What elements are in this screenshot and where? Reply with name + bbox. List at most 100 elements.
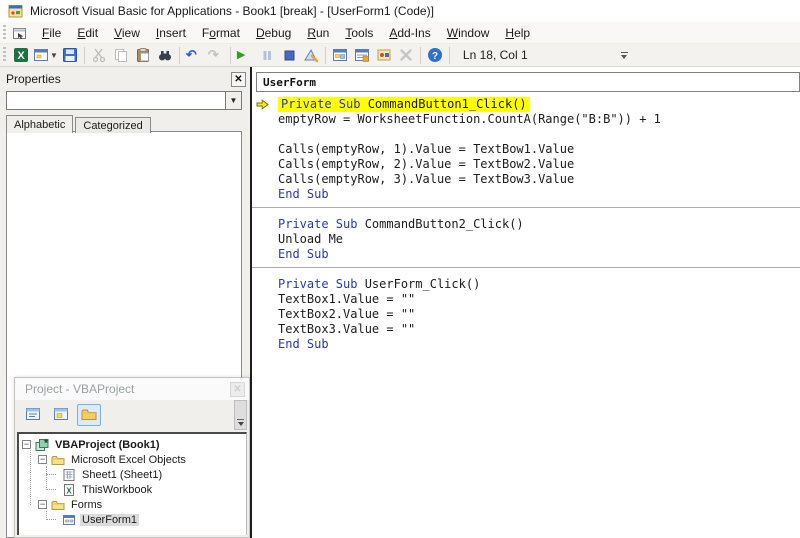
insert-userform-icon <box>33 47 49 63</box>
tree-item-label: UserForm1 <box>80 514 139 526</box>
menu-insert[interactable]: Insert <box>148 24 194 42</box>
toolbar-options-button[interactable] <box>621 52 628 59</box>
cut-button[interactable] <box>88 45 110 66</box>
toggle-folders-button[interactable] <box>77 404 101 426</box>
margin-indicator-bar <box>252 157 274 172</box>
menu-help[interactable]: Help <box>497 24 538 42</box>
code-window: UserForm Private Sub CommandButton1_Clic… <box>250 67 800 538</box>
menu-file[interactable]: File <box>34 24 69 42</box>
undo-button[interactable]: ↶ <box>183 45 205 66</box>
project-scrollbar[interactable] <box>234 400 247 430</box>
code-editor[interactable]: Private Sub CommandButton1_Click()emptyR… <box>252 93 800 538</box>
save-icon <box>62 47 78 63</box>
menu-run[interactable]: Run <box>299 24 337 42</box>
margin-indicator-bar <box>252 307 274 322</box>
code-row: Private Sub CommandButton1_Click() <box>252 97 800 112</box>
cut-icon <box>91 47 107 63</box>
code-line[interactable]: Calls(emptyRow, 2).Value = TextBow2.Valu… <box>274 157 574 172</box>
code-line[interactable]: emptyRow = WorksheetFunction.CountA(Rang… <box>274 112 661 127</box>
dropdown-caret-icon[interactable]: ▼ <box>50 51 58 60</box>
toolbox-button[interactable] <box>395 45 417 66</box>
run-sub-button[interactable]: ▶ <box>234 45 256 66</box>
userform-icon <box>62 513 76 527</box>
insert-userform-button[interactable]: ▼ <box>32 45 59 66</box>
properties-panel-title: Properties <box>6 72 61 86</box>
tab-alphabetic[interactable]: Alphabetic <box>6 115 73 133</box>
project-panel-title: Project - VBAProject <box>25 382 134 396</box>
view-microsoft-excel-button[interactable]: X <box>10 45 32 66</box>
object-dropdown[interactable]: UserForm <box>256 72 800 92</box>
margin-indicator-bar <box>252 112 274 127</box>
menu-debug[interactable]: Debug <box>248 24 299 42</box>
menu-bar: FileEditViewInsertFormatDebugRunToolsAdd… <box>0 22 800 44</box>
code-line[interactable]: End Sub <box>274 187 329 202</box>
code-line[interactable]: TextBox3.Value = "" <box>274 322 415 337</box>
code-row: Private Sub UserForm_Click() <box>252 277 800 292</box>
code-row: Calls(emptyRow, 2).Value = TextBow2.Valu… <box>252 157 800 172</box>
reset-button[interactable] <box>278 45 300 66</box>
code-row: End Sub <box>252 337 800 352</box>
properties-window-button[interactable] <box>351 45 373 66</box>
svg-text:X: X <box>17 50 25 62</box>
menu-window[interactable]: Window <box>439 24 498 42</box>
view-code-button[interactable] <box>21 404 45 426</box>
menu-tools[interactable]: Tools <box>337 24 381 42</box>
code-line[interactable]: Unload Me <box>274 232 343 247</box>
code-line[interactable]: Private Sub CommandButton1_Click() <box>278 97 530 112</box>
find-button[interactable] <box>154 45 176 66</box>
code-line[interactable]: Calls(emptyRow, 1).Value = TextBow1.Valu… <box>274 142 574 157</box>
userform-code-window-icon[interactable] <box>12 25 28 41</box>
code-line[interactable]: TextBox1.Value = "" <box>274 292 415 307</box>
tab-categorized[interactable]: Categorized <box>75 117 150 133</box>
menu-view[interactable]: View <box>106 24 148 42</box>
design-mode-button[interactable] <box>300 45 322 66</box>
tree-connector <box>46 466 47 490</box>
project-explorer-panel: Project - VBAProject ✕ −VBAProject (Book… <box>14 377 250 538</box>
menu-add-ins[interactable]: Add-Ins <box>381 24 438 42</box>
redo-button[interactable]: ↷ <box>205 45 227 66</box>
toolbar-grip[interactable] <box>3 47 6 63</box>
code-line[interactable]: End Sub <box>274 337 329 352</box>
margin-indicator-bar <box>252 142 274 157</box>
toolbar-separator <box>420 47 421 64</box>
object-browser-button[interactable] <box>373 45 395 66</box>
object-browser-icon <box>376 47 392 63</box>
collapse-expander-icon[interactable]: − <box>38 500 47 509</box>
help-button[interactable]: ? <box>424 45 446 66</box>
tree-item-label: ThisWorkbook <box>80 484 154 496</box>
code-line[interactable]: Private Sub UserForm_Click() <box>274 277 480 292</box>
tree-item-forms[interactable]: −Forms <box>19 497 246 512</box>
code-line[interactable]: TextBox2.Value = "" <box>274 307 415 322</box>
tree-item-vbaproject-book1[interactable]: −VBAProject (Book1) <box>19 437 246 452</box>
code-line[interactable] <box>274 127 285 142</box>
current-statement-indicator <box>252 97 274 112</box>
project-explorer-button[interactable] <box>329 45 351 66</box>
folder-icon <box>51 498 65 512</box>
folder-icon <box>51 453 65 467</box>
menubar-grip[interactable] <box>3 25 6 41</box>
properties-close-button[interactable]: ✕ <box>231 72 246 87</box>
margin-indicator-bar <box>252 322 274 337</box>
redo-icon: ↷ <box>208 47 224 63</box>
code-line[interactable]: Private Sub CommandButton2_Click() <box>274 217 524 232</box>
save-button[interactable] <box>59 45 81 66</box>
tree-item-label: Microsoft Excel Objects <box>69 454 188 466</box>
view-code-icon <box>25 406 42 425</box>
toolbox-icon <box>398 47 414 63</box>
break-button[interactable] <box>256 45 278 66</box>
svg-text:X: X <box>66 486 72 495</box>
project-close-button[interactable]: ✕ <box>230 382 245 397</box>
menu-edit[interactable]: Edit <box>69 24 106 42</box>
paste-button[interactable] <box>132 45 154 66</box>
properties-window-icon <box>354 47 370 63</box>
chevron-down-icon[interactable]: ▼ <box>225 92 241 109</box>
collapse-expander-icon[interactable]: − <box>38 455 47 464</box>
menu-format[interactable]: Format <box>194 24 248 42</box>
properties-object-dropdown[interactable]: ▼ <box>6 91 242 110</box>
tree-item-microsoft-excel-objects[interactable]: − Microsoft Excel Objects <box>19 452 246 467</box>
code-row: Calls(emptyRow, 1).Value = TextBow1.Valu… <box>252 142 800 157</box>
code-line[interactable]: End Sub <box>274 247 329 262</box>
copy-button[interactable] <box>110 45 132 66</box>
code-line[interactable]: Calls(emptyRow, 3).Value = TextBow3.Valu… <box>274 172 574 187</box>
view-object-button[interactable] <box>49 404 73 426</box>
